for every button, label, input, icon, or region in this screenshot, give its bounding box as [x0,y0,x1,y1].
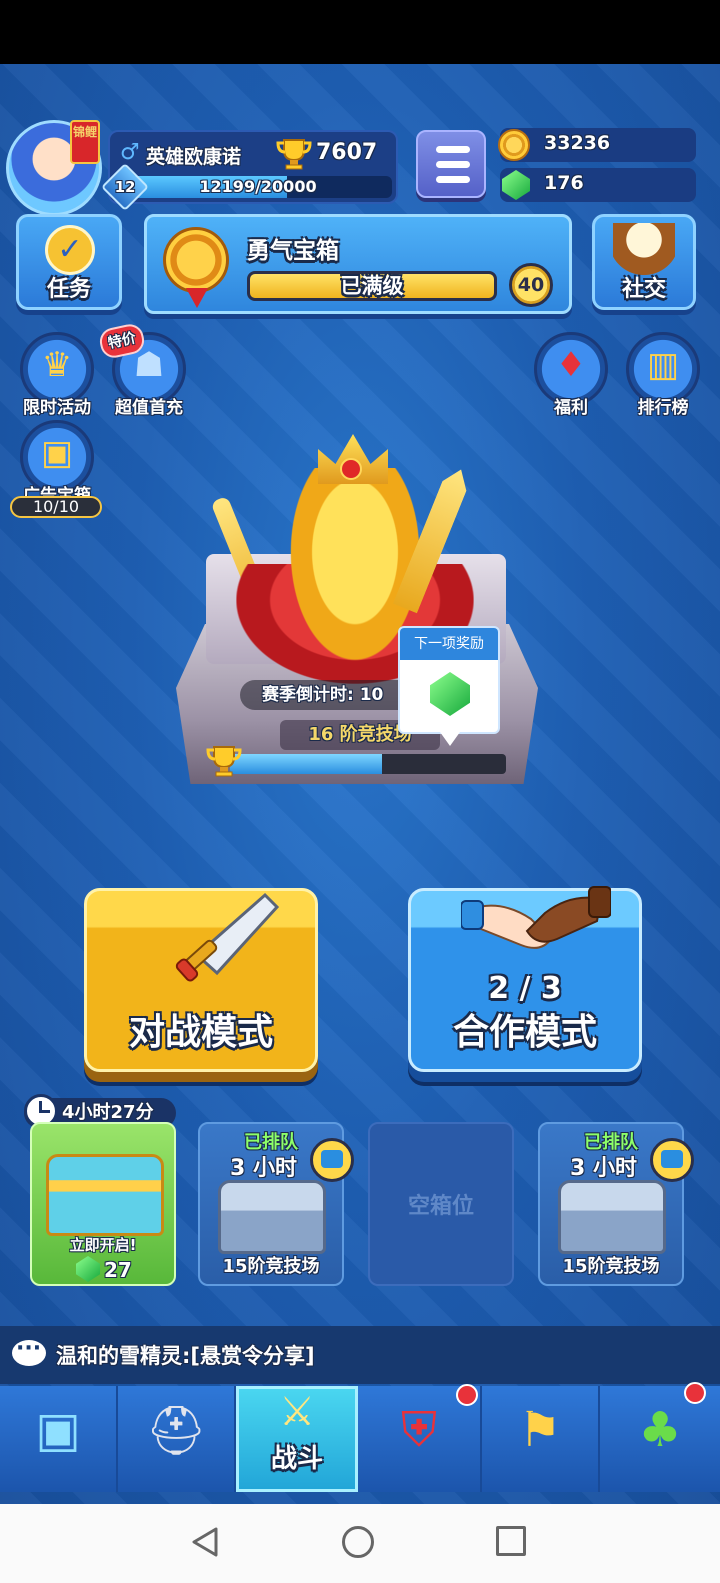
chat-bar[interactable]: 温和的雪精灵:[悬赏令分享] [0,1326,720,1384]
battle-mode-button[interactable]: 对战模式 [84,888,318,1072]
limited-event-button[interactable]: ♛ 限时活动 [20,332,94,418]
tasks-button[interactable]: ✓ 任务 [16,214,122,310]
coin-amount: 33236 [544,132,611,154]
ad-chest-button[interactable]: ▣ 广告宝箱 [20,420,94,506]
nav-team[interactable]: ⚑ [482,1386,600,1492]
team-banner-icon: ⚑ [518,1402,562,1458]
coin-counter[interactable]: 33236 [498,128,696,162]
chat-bubble-icon [12,1336,46,1366]
game-screen: 锦鲤 ♂ 英雄欧康诺 7607 12199/20000 12 33236 176… [0,64,720,1504]
status-bar [0,0,720,64]
slot-arena: 15阶竞技场 [562,1256,660,1277]
sword-icon [175,892,280,982]
courage-chest-bar: 已满级 [247,271,497,301]
male-icon: ♂ [120,140,140,165]
podium-icon: ▥ [646,345,680,385]
nav-battle-label: 战斗 [270,1444,323,1474]
xp-text: 12199/20000 [199,177,317,196]
coop-mode-button[interactable]: 2 / 3 合作模式 [408,886,642,1072]
chest-slot-4[interactable]: 已排队 3 小时 15阶竞技场 [538,1122,694,1286]
avatar-badge: 锦鲤 [70,120,100,164]
courage-chest-level: 40 [509,263,553,307]
silver-chest-icon [218,1180,326,1254]
social-button[interactable]: 社交 [592,214,696,310]
player-panel[interactable]: ♂ 英雄欧康诺 7607 12199/20000 [108,130,398,204]
knight-helmet-icon: ⛑ [145,1403,207,1459]
chat-message: 温和的雪精灵:[悬赏令分享] [56,1344,315,1368]
coin-icon [498,129,530,161]
first-recharge-label: 超值首充 [115,398,183,418]
slot-time: 3 小时 [570,1156,637,1181]
bottom-nav: ▣ ⛑ ⚔ 战斗 ⛨ ⚑ ♣ [0,1382,720,1492]
gem-amount: 176 [544,172,584,194]
video-ad-icon[interactable] [310,1138,354,1182]
fist-medal-icon [163,227,229,293]
gift-bag-icon: ♦ [555,345,587,385]
gem-icon [502,170,530,200]
open-now-label: 立即开启! [69,1236,137,1254]
slot-arena: 15阶竞技场 [222,1256,320,1277]
trophy-icon [276,139,312,170]
ruby-gem [340,458,362,480]
ad-chest-counter: 10/10 [10,496,102,518]
gem-icon [76,1256,100,1282]
arena-progress-bar [230,754,506,774]
tasks-label: 任务 [46,277,91,302]
nav-battle[interactable]: ⚔ 战斗 [236,1386,358,1492]
recent-apps-icon[interactable] [496,1526,526,1556]
menu-line [436,176,470,183]
crown-icon: ♛ [41,345,73,385]
menu-line [436,146,470,153]
menu-line [436,161,470,168]
courage-chest-banner[interactable]: 勇气宝箱 已满级 40 [144,214,572,314]
slot-time: 3 小时 [230,1156,297,1181]
system-nav-bar [0,1504,720,1583]
treasure-chest-icon: ▣ [35,1402,81,1458]
trophy-icon [206,746,242,777]
nav-shop[interactable]: ▣ [0,1386,118,1492]
empty-slot-label: 空箱位 [407,1194,474,1219]
silver-chest-icon [558,1180,666,1254]
courage-chest-status: 已满级 [340,274,404,298]
battle-mode-label: 对战模式 [128,1012,273,1053]
gem-icon [430,672,470,716]
checkmark-icon: ✓ [45,225,95,275]
notification-dot [684,1382,706,1404]
clan-shield-icon: ⛨ [400,1402,437,1458]
arena-progress-fill [230,754,382,774]
next-reward-popup[interactable]: 下一项奖励 [398,626,500,734]
social-label: 社交 [621,277,666,302]
back-icon[interactable] [190,1526,220,1558]
chest-slot-2[interactable]: 已排队 3 小时 15阶竞技场 [198,1122,354,1286]
trophy-count: 7607 [316,140,378,165]
leaderboard-button[interactable]: ▥ 排行榜 [626,332,700,418]
nav-garden[interactable]: ♣ [600,1386,720,1492]
leaderboard-label: 排行榜 [637,398,689,418]
coop-mode-label: 合作模式 [452,1012,597,1053]
nav-heroes[interactable]: ⛑ [118,1386,236,1492]
chest-slot-3: 空箱位 [368,1122,514,1286]
sprout-icon: ♣ [638,1402,682,1458]
courage-chest-title: 勇气宝箱 [247,238,339,264]
player-name: 英雄欧康诺 [146,146,242,168]
chest-slot-1[interactable]: 立即开启! 27 [30,1122,176,1286]
menu-button[interactable] [416,130,486,198]
notification-dot [456,1384,478,1406]
season-countdown: 赛季倒计时: 10 [240,680,422,710]
next-reward-title: 下一项奖励 [400,628,498,660]
crossed-swords-icon: ⚔ [279,1389,315,1435]
handshake-icon [461,886,611,949]
level-number: 12 [114,178,136,196]
home-icon[interactable] [342,1526,374,1558]
video-ad-icon[interactable] [650,1138,694,1182]
gem-counter[interactable]: 176 [500,168,696,202]
xp-bar: 12199/20000 [124,176,392,198]
welfare-button[interactable]: ♦ 福利 [534,332,608,418]
coop-count: 2 / 3 [488,971,562,1006]
open-cost: 27 [104,1258,132,1282]
golden-chest-icon [46,1154,164,1236]
treasure-chest-icon: ▣ [40,433,74,473]
